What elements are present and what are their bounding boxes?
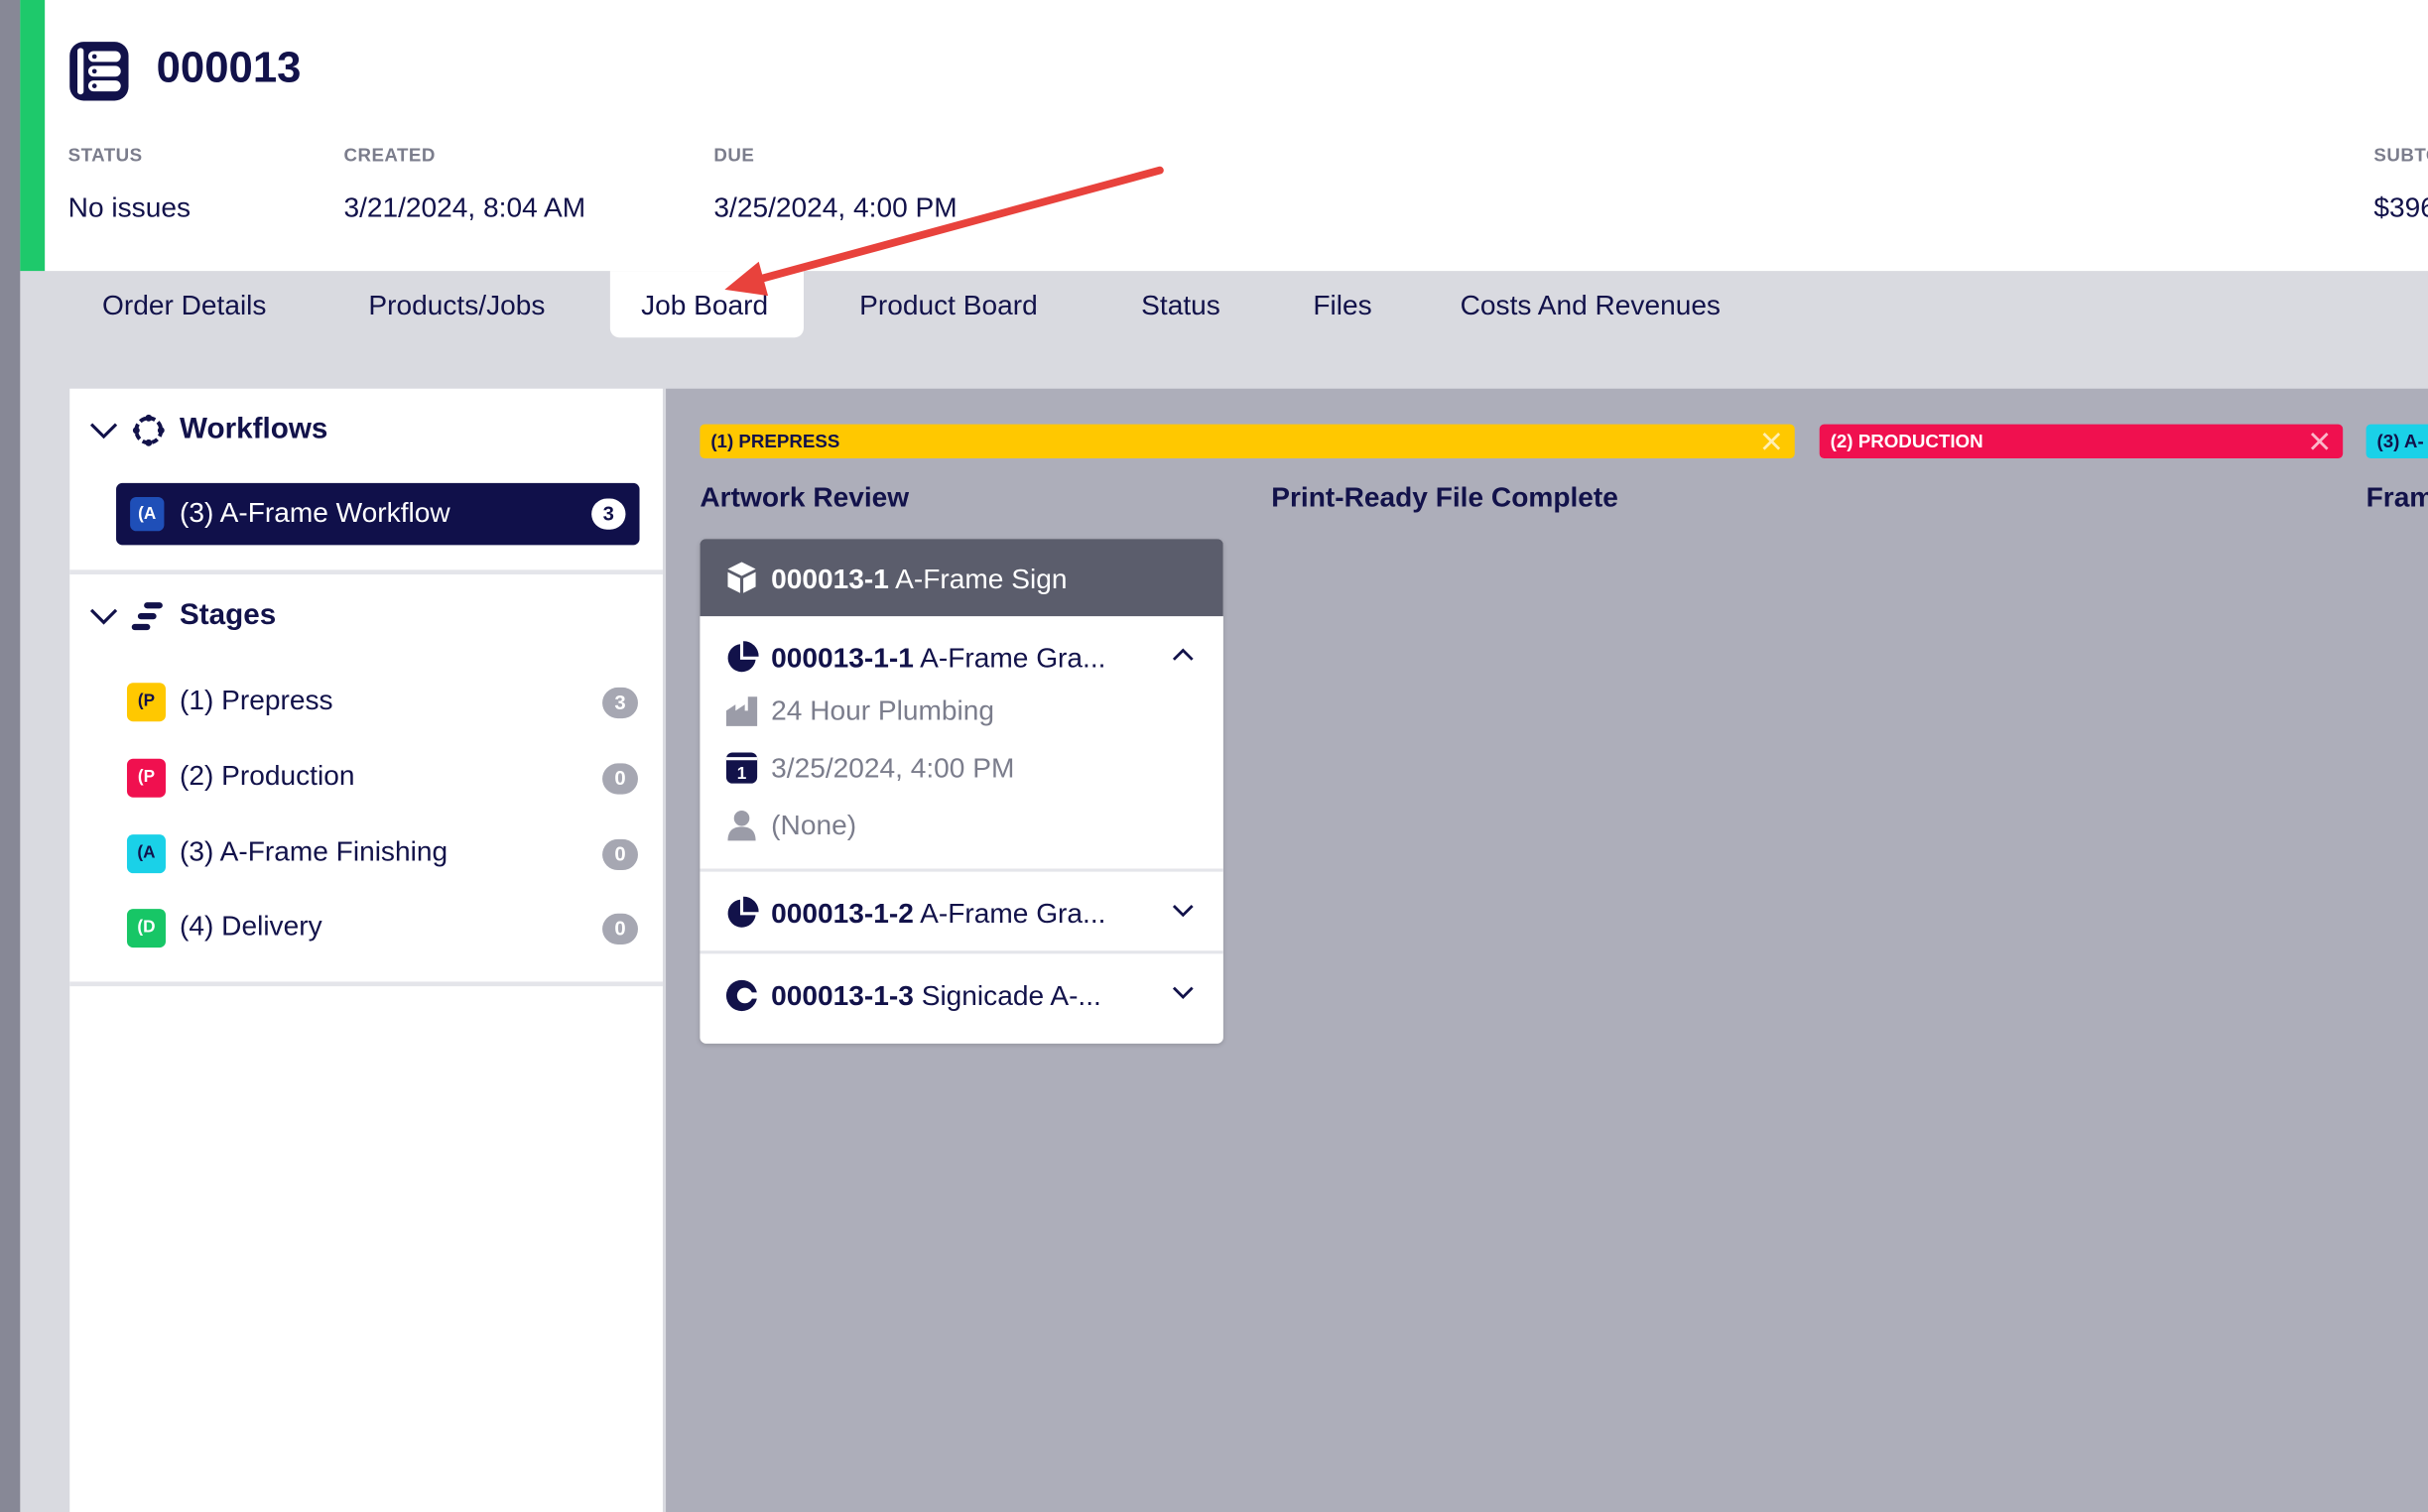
stage-bar-production: (2) PRODUCTION <box>1819 424 2344 458</box>
section-divider <box>69 981 663 987</box>
workflow-label: (3) A-Frame Workflow <box>180 496 450 529</box>
tab-files[interactable]: Files <box>1282 271 1403 337</box>
stage-count: 0 <box>602 763 638 795</box>
workflow-item-a-frame[interactable]: (A (3) A-Frame Workflow 3 <box>116 482 640 546</box>
stage-item-delivery[interactable]: (D (4) Delivery 0 <box>126 903 638 952</box>
app-viewport: 000013 STATUS No issues CREATED 3/21/202… <box>0 0 2428 1512</box>
stage-badge: (P <box>126 683 166 722</box>
due-label: DUE <box>713 144 755 166</box>
stage-badge: (D <box>126 909 166 948</box>
job-board: (1) PREPRESS (2) PRODUCTION (3) A- Artwo… <box>666 388 2428 1512</box>
workflows-section-header[interactable]: Workflows <box>69 400 663 461</box>
product-card-header[interactable]: 000013-1 A-Frame Sign <box>700 539 1223 617</box>
created-label: CREATED <box>343 144 436 166</box>
stage-label: (4) Delivery <box>180 910 322 942</box>
tab-products-jobs[interactable]: Products/Jobs <box>337 271 575 337</box>
job-name: A-Frame Gra... <box>920 642 1106 674</box>
section-divider <box>69 569 663 574</box>
product-id: 000013-1 <box>771 564 889 595</box>
factory-icon <box>725 696 758 726</box>
workflow-badge: (A <box>130 496 165 532</box>
column-title: Fram <box>2365 481 2428 513</box>
workflow-count: 3 <box>591 498 626 530</box>
stage-bar-label: (1) PREPRESS <box>710 430 840 452</box>
job-id: 000013-1-3 <box>771 979 914 1012</box>
job-id: 000013-1-1 <box>771 642 914 674</box>
stage-badge: (P <box>126 758 166 798</box>
status-value: No issues <box>67 191 192 223</box>
stage-label: (3) A-Frame Finishing <box>180 835 448 867</box>
pie-chart-icon <box>727 896 759 928</box>
stage-item-production[interactable]: (P (2) Production 0 <box>126 752 638 802</box>
stage-count: 0 <box>602 838 638 871</box>
tab-job-board[interactable]: Job Board <box>609 271 804 338</box>
spinner-icon <box>725 979 759 1012</box>
tab-order-details[interactable]: Order Details <box>71 271 298 337</box>
stage-count: 0 <box>602 913 638 945</box>
column-title: Print-Ready File Complete <box>1271 481 1618 513</box>
stage-bar-label: (3) A- <box>2376 430 2424 452</box>
workflow-icon <box>132 414 165 446</box>
status-accent-strip <box>20 0 46 272</box>
stage-badge: (A <box>126 834 166 874</box>
created-value: 3/21/2024, 8:04 AM <box>343 191 586 223</box>
stage-count: 3 <box>602 687 638 719</box>
tab-bar: Order Details Products/Jobs Job Board Pr… <box>45 271 2428 348</box>
job-id: 000013-1-2 <box>771 898 914 930</box>
stage-bar-label: (2) PRODUCTION <box>1830 430 1983 452</box>
product-card: 000013-1 A-Frame Sign 000013-1-1 A-Frame… <box>700 539 1223 1044</box>
stage-bar-a-frame: (3) A- <box>2365 424 2428 458</box>
chevron-down-icon[interactable] <box>1171 980 1196 1005</box>
chevron-down-icon[interactable] <box>1171 898 1196 923</box>
left-rail <box>0 0 21 1512</box>
customer-name: 24 Hour Plumbing <box>771 694 995 726</box>
stage-label: (1) Prepress <box>180 684 333 715</box>
stage-item-a-frame-finishing[interactable]: (A (3) A-Frame Finishing 0 <box>126 828 638 878</box>
job-row[interactable]: 000013-1-1 A-Frame Gra... <box>700 616 1222 696</box>
page-title: 000013 <box>156 43 302 92</box>
subtotal-label: SUBTO <box>2373 144 2428 166</box>
tab-status[interactable]: Status <box>1110 271 1251 337</box>
product-name: A-Frame Sign <box>895 564 1068 595</box>
assignee-value: (None) <box>771 810 857 841</box>
stages-title: Stages <box>180 598 277 632</box>
status-label: STATUS <box>67 144 143 166</box>
order-header: 000013 STATUS No issues CREATED 3/21/202… <box>45 0 2428 272</box>
workflows-title: Workflows <box>180 413 328 446</box>
workflow-sidebar: Workflows (A (3) A-Frame Workflow 3 Stag… <box>69 388 663 1512</box>
job-row[interactable]: 000013-1-3 Signicade A-... <box>700 953 1222 1034</box>
svg-text:1: 1 <box>737 763 747 783</box>
close-icon[interactable] <box>2309 431 2331 452</box>
stage-label: (2) Production <box>180 760 355 792</box>
stage-bar-prepress: (1) PREPRESS <box>700 424 1795 458</box>
stages-section-header[interactable]: Stages <box>69 585 663 647</box>
box-icon <box>727 562 756 593</box>
close-icon[interactable] <box>1760 431 1782 452</box>
job-row[interactable]: 000013-1-2 A-Frame Gra... <box>700 872 1222 952</box>
chevron-down-icon[interactable] <box>88 415 119 445</box>
chevron-down-icon[interactable] <box>88 601 119 632</box>
stages-icon <box>131 602 163 631</box>
job-name: Signicade A-... <box>921 979 1101 1012</box>
column-title: Artwork Review <box>700 481 910 513</box>
order-icon <box>69 42 129 101</box>
job-name: A-Frame Gra... <box>920 898 1106 930</box>
due-date-value: 3/25/2024, 4:00 PM <box>771 752 1015 784</box>
subtotal-value: $396 <box>2373 191 2428 223</box>
calendar-icon: 1 <box>725 752 758 784</box>
tab-product-board[interactable]: Product Board <box>829 271 1069 337</box>
stage-item-prepress[interactable]: (P (1) Prepress 3 <box>126 677 638 726</box>
user-icon <box>727 810 756 841</box>
chevron-up-icon[interactable] <box>1171 643 1196 668</box>
due-value: 3/25/2024, 4:00 PM <box>713 191 958 223</box>
pie-chart-icon <box>727 641 759 673</box>
tab-costs-and-revenues[interactable]: Costs And Revenues <box>1429 271 1751 337</box>
